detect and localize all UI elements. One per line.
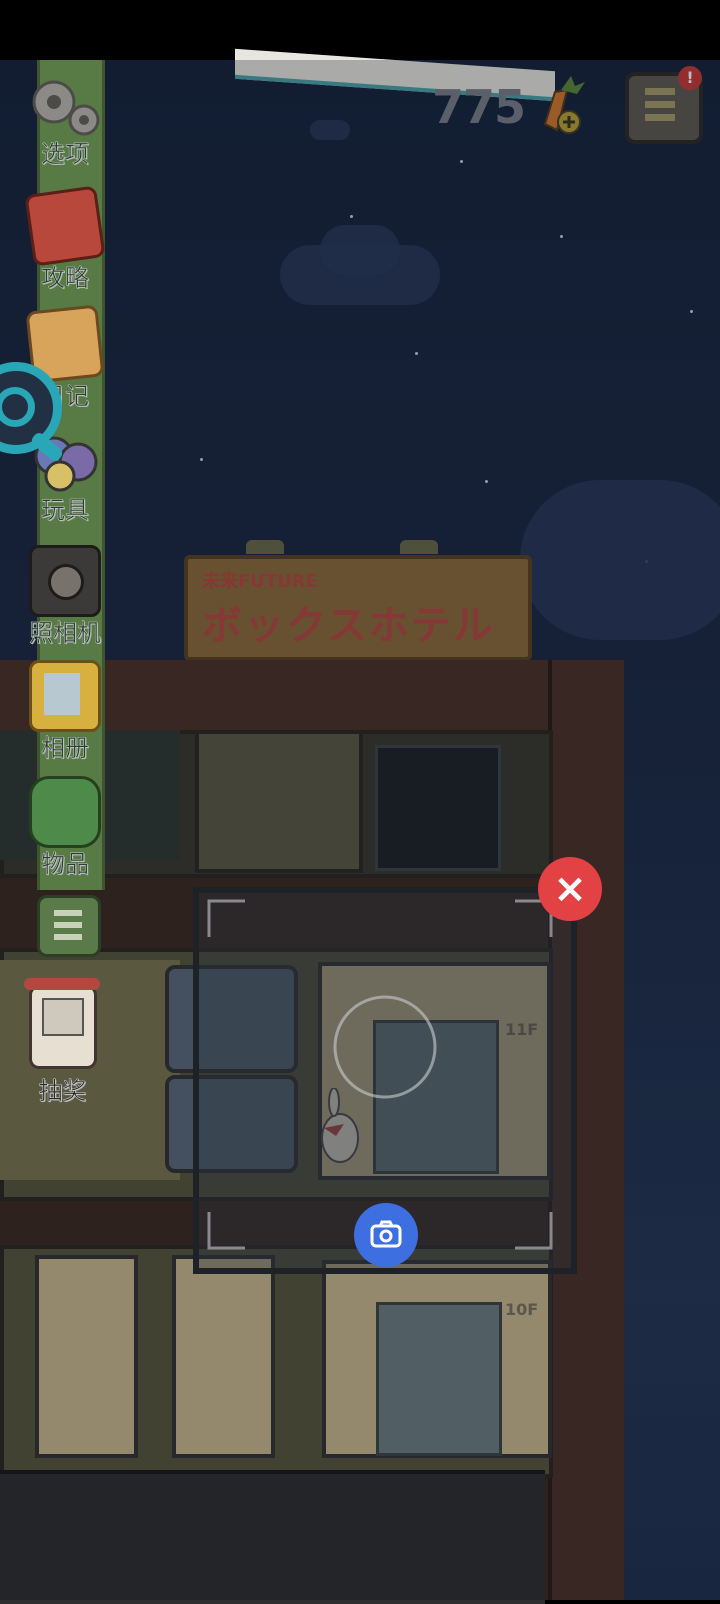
- sidebar-collapse-button[interactable]: [37, 895, 101, 957]
- sidebar-item-album[interactable]: 相册: [20, 660, 110, 763]
- gear-icon: [32, 72, 100, 138]
- camera-shutter-button[interactable]: [354, 1203, 418, 1267]
- close-camera-button[interactable]: ×: [538, 857, 602, 921]
- camera-icon: [29, 545, 101, 617]
- backpack-icon: [29, 776, 101, 848]
- menu-list-icon: [54, 910, 82, 940]
- sidebar-item-label: 照相机: [29, 619, 102, 648]
- lottery-button[interactable]: 抽奖: [15, 978, 110, 1106]
- guide-book-icon: [24, 185, 106, 267]
- lottery-machine-icon: [23, 978, 100, 1069]
- sidebar-item-label: 物品: [41, 850, 90, 879]
- camera-shutter-icon: [370, 1220, 402, 1248]
- sidebar-item-camera[interactable]: 照相机: [15, 545, 115, 648]
- photo-album-icon: [29, 660, 101, 732]
- sidebar-item-label: 攻略: [41, 264, 90, 293]
- lottery-label: 抽奖: [38, 1077, 87, 1106]
- sidebar-item-guide[interactable]: 攻略: [20, 185, 110, 293]
- sidebar-item-items[interactable]: 物品: [20, 776, 110, 879]
- viewfinder-corners: [205, 897, 555, 1252]
- sidebar-item-label: 选项: [41, 140, 90, 169]
- sidebar-item-options[interactable]: 选项: [20, 72, 110, 169]
- sidebar-item-label: 玩具: [41, 496, 90, 525]
- sidebar-item-label: 相册: [41, 734, 90, 763]
